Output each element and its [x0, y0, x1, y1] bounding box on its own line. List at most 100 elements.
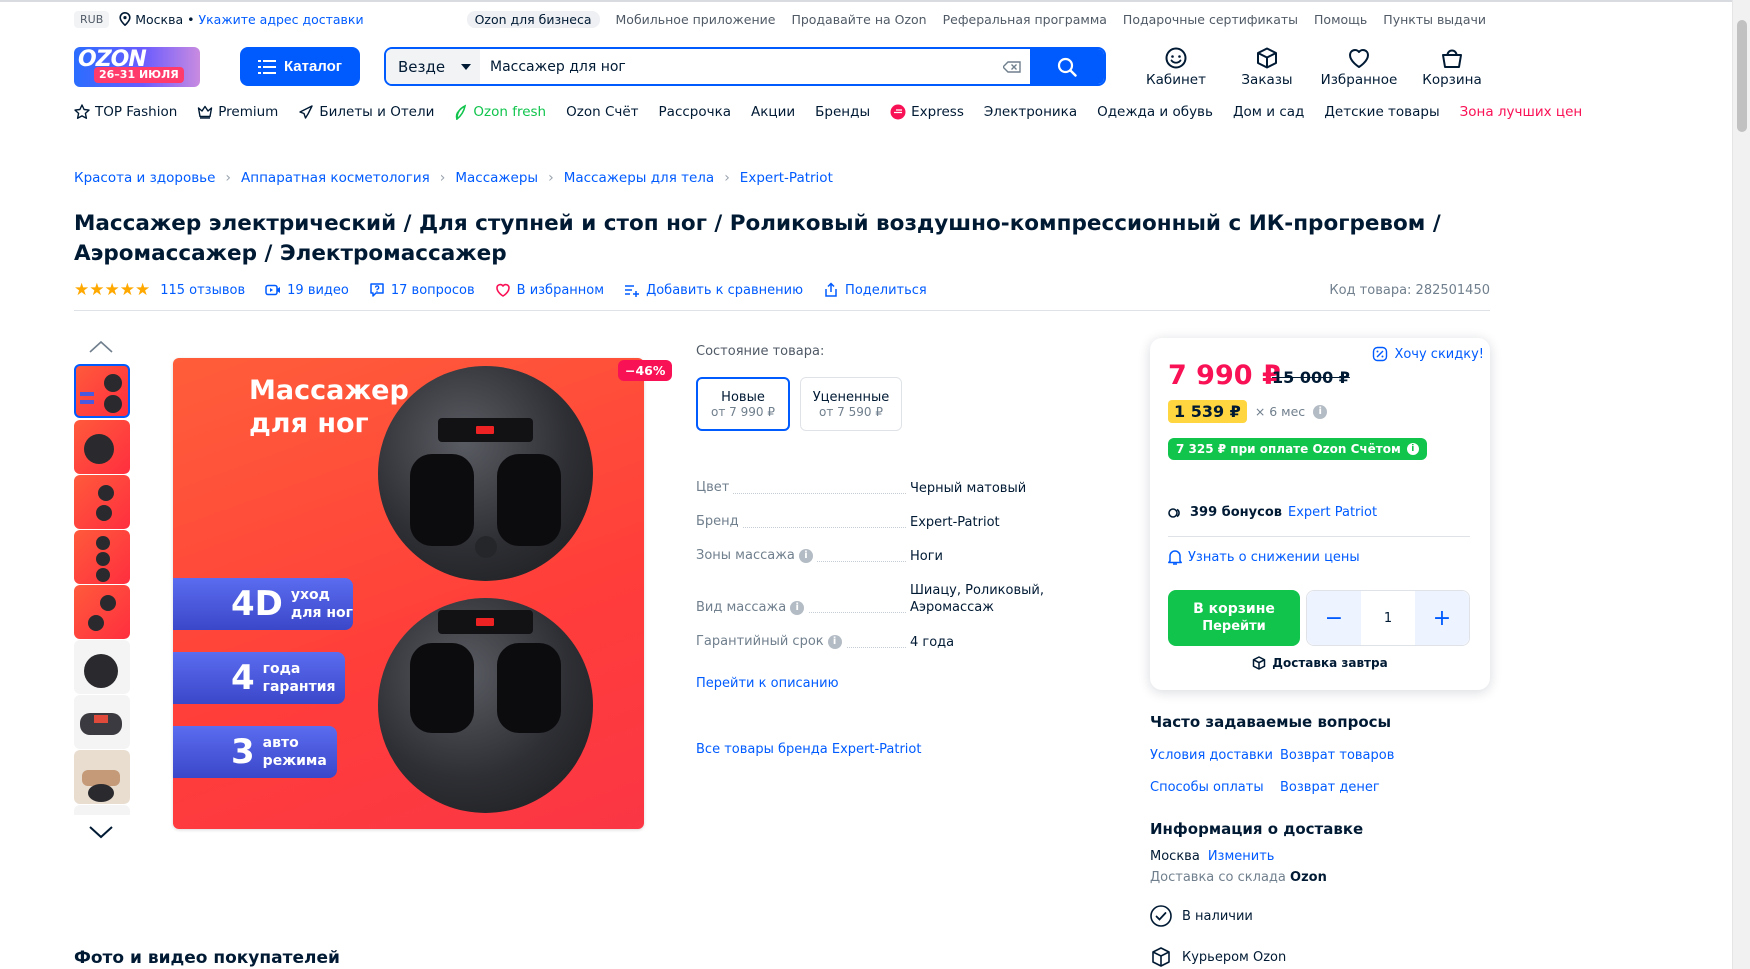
cat-promotions[interactable]: Акции [751, 101, 795, 123]
header-favorites[interactable]: Избранное [1314, 46, 1404, 88]
questions-label: 17 вопросов [390, 282, 475, 298]
cat-clothes[interactable]: Одежда и обувь [1097, 101, 1213, 123]
search-input[interactable] [480, 49, 994, 84]
check-circle-icon [1150, 905, 1172, 927]
cat-kids[interactable]: Детские товары [1324, 101, 1439, 123]
installment-row[interactable]: 1 539 ₽ × 6 мес i [1168, 400, 1328, 423]
want-discount-link[interactable]: Хочу скидку! [1372, 346, 1484, 362]
questions-link[interactable]: 17 вопросов [369, 282, 475, 298]
faq-link-refund[interactable]: Возврат денег [1280, 780, 1380, 795]
info-icon[interactable]: i [798, 548, 813, 563]
express-badge-icon [890, 104, 906, 120]
thumb-device [104, 374, 122, 392]
header-cart[interactable]: Корзина [1407, 46, 1497, 88]
info-icon[interactable]: i [1313, 404, 1328, 419]
rating-stars[interactable]: ★★★★★ [74, 280, 150, 300]
address-link[interactable]: Укажите адрес доставки [199, 12, 364, 27]
favorite-link[interactable]: В избранном [495, 282, 604, 298]
search-button[interactable] [1030, 49, 1104, 84]
header-orders[interactable]: Заказы [1222, 46, 1312, 88]
cat-label: Детские товары [1324, 104, 1440, 120]
cat-home-garden[interactable]: Дом и сад [1233, 101, 1304, 123]
cat-ozon-account[interactable]: Ozon Счёт [566, 101, 638, 123]
video-icon [265, 284, 281, 296]
faq-link-delivery-terms[interactable]: Условия доставки [1150, 748, 1273, 763]
top-link-sell[interactable]: Продавайте на Ozon [791, 12, 926, 27]
city-name[interactable]: Москва [135, 12, 183, 27]
thumbnail[interactable] [74, 640, 130, 694]
quantity-value[interactable]: 1 [1361, 611, 1415, 626]
breadcrumb-item[interactable]: Массажеры для тела [564, 170, 714, 186]
condition-title: Новые [721, 389, 765, 405]
catalog-button[interactable]: Каталог [240, 47, 360, 86]
decrease-quantity-button[interactable]: − [1307, 591, 1361, 645]
condition-new-option[interactable]: Новые от 7 990 ₽ [696, 377, 790, 431]
compare-link[interactable]: Добавить к сравнению [624, 282, 803, 298]
breadcrumb-item[interactable]: Expert-Patriot [740, 170, 833, 186]
ozon-account-price-badge[interactable]: 7 325 ₽ при оплате Ozon Счётом i [1168, 438, 1427, 460]
cat-ozon-fresh[interactable]: Ozon fresh [454, 101, 546, 123]
thumbs-down-arrow-icon[interactable] [88, 824, 114, 844]
thumbnail[interactable] [74, 585, 130, 639]
cat-express[interactable]: Express [890, 101, 964, 123]
faq-link-returns[interactable]: Возврат товаров [1280, 748, 1394, 763]
foot-well-left [410, 643, 474, 733]
change-city-link[interactable]: Изменить [1208, 849, 1275, 864]
top-link-gift-cards[interactable]: Подарочные сертификаты [1123, 12, 1298, 27]
condition-used-option[interactable]: Уцененные от 7 590 ₽ [800, 377, 902, 431]
breadcrumb-item[interactable]: Аппаратная косметология [241, 170, 430, 186]
go-to-description-link[interactable]: Перейти к описанию [696, 676, 839, 691]
thumbnail[interactable] [74, 750, 130, 804]
thumbnail[interactable] [74, 695, 130, 749]
scrollbar-thumb[interactable] [1737, 20, 1747, 132]
top-link-business[interactable]: Ozon для бизнеса [466, 10, 600, 28]
thumbnail[interactable] [74, 364, 130, 418]
currency-switch[interactable]: RUB [74, 10, 110, 28]
breadcrumb-item[interactable]: Красота и здоровье [74, 170, 215, 186]
cat-top-fashion[interactable]: TOP Fashion [74, 101, 177, 123]
reviews-link[interactable]: 115 отзывов [160, 283, 245, 298]
product-main-image[interactable]: Массажер для ног 4D уход для ног 4 года га… [173, 358, 644, 829]
header-cart-label: Корзина [1422, 72, 1482, 88]
share-link[interactable]: Поделиться [823, 282, 927, 298]
top-link-help[interactable]: Помощь [1314, 12, 1367, 27]
image-headline-line: Массажер [249, 375, 409, 406]
spec-value-link[interactable]: Expert-Patriot [910, 514, 1050, 531]
thumbnail[interactable] [74, 420, 130, 474]
videos-link[interactable]: 19 видео [265, 282, 349, 298]
in-cart-button[interactable]: В корзине Перейти [1168, 590, 1300, 646]
cat-tickets-hotels[interactable]: Билеты и Отели [298, 101, 434, 123]
cat-label: Дом и сад [1232, 104, 1305, 120]
all-brand-products-link[interactable]: Все товары бренда Expert-Patriot [696, 742, 921, 757]
product-sku: Код товара: 282501450 [1329, 282, 1490, 298]
info-icon[interactable]: i [827, 634, 842, 649]
breadcrumb-item[interactable]: Массажеры [455, 170, 538, 186]
bonus-brand-link[interactable]: Expert Patriot [1288, 505, 1377, 520]
info-icon[interactable]: i [790, 600, 805, 615]
top-link-app[interactable]: Мобильное приложение [616, 12, 776, 27]
increase-quantity-button[interactable]: + [1415, 591, 1469, 645]
cat-premium[interactable]: Premium [197, 101, 278, 123]
cat-brands[interactable]: Бренды [815, 101, 870, 123]
search-scope-select[interactable]: Везде [386, 49, 480, 84]
discount-tag-icon [1373, 346, 1388, 362]
header-cabinet[interactable]: Кабинет [1131, 46, 1221, 88]
thumb-device [104, 395, 122, 413]
spec-key-text: Гарантийный срок [696, 634, 824, 649]
thumbnail[interactable] [74, 475, 130, 529]
image-headline: Массажер для ног [249, 374, 409, 440]
thumbnail[interactable] [74, 530, 130, 584]
ozon-logo[interactable]: OZON 26–31 ИЮЛЯ [74, 47, 200, 87]
cat-installment[interactable]: Рассрочка [659, 101, 732, 123]
faq-link-payment[interactable]: Способы оплаты [1150, 780, 1264, 795]
price-drop-notify-link[interactable]: Узнать о снижении цены [1168, 549, 1360, 565]
top-link-pickup-points[interactable]: Пункты выдачи [1383, 12, 1486, 27]
page-scrollbar[interactable] [1732, 0, 1750, 969]
thumbnail[interactable] [74, 805, 130, 815]
clear-search-icon[interactable] [994, 49, 1030, 84]
customer-photos-title: Фото и видео покупателей [74, 948, 340, 968]
bonus-amount: 399 бонусов [1190, 505, 1282, 520]
top-link-referral[interactable]: Реферальная программа [943, 12, 1107, 27]
cat-best-prices[interactable]: Зона лучших цен [1460, 101, 1583, 123]
cat-electronics[interactable]: Электроника [984, 101, 1077, 123]
